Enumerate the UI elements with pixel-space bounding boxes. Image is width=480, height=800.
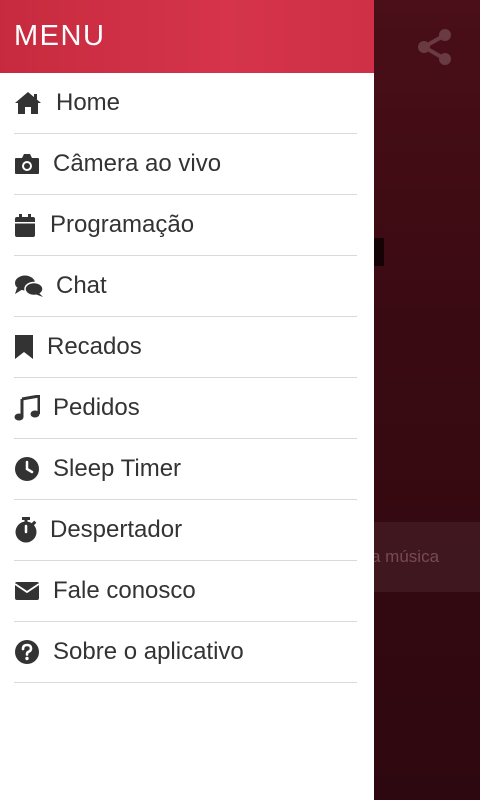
camera-icon — [14, 150, 53, 178]
drawer-header: MENU — [0, 0, 374, 73]
share-button[interactable] — [414, 26, 456, 68]
menu-item-label: Fale conosco — [53, 577, 196, 604]
menu-item-label: Pedidos — [53, 394, 140, 421]
home-icon — [14, 89, 56, 117]
menu-item-chat[interactable]: Chat — [14, 256, 357, 317]
question-circle-icon — [14, 638, 53, 666]
navigation-drawer: MENU Home Câmera ao vivo Programação Cha… — [0, 0, 374, 800]
menu-item-sleep-timer[interactable]: Sleep Timer — [14, 439, 357, 500]
calendar-icon — [14, 211, 50, 239]
background-player-strip: a música — [371, 522, 480, 592]
background-strip-text: a música — [371, 547, 440, 566]
background-block — [374, 238, 384, 266]
menu-item-contact[interactable]: Fale conosco — [14, 561, 357, 622]
menu-item-camera[interactable]: Câmera ao vivo — [14, 134, 357, 195]
music-note-icon — [14, 394, 53, 422]
share-icon — [418, 29, 451, 65]
menu-item-label: Programação — [50, 211, 195, 238]
clock-icon — [14, 455, 53, 483]
envelope-icon — [14, 577, 53, 605]
stopwatch-icon — [14, 516, 50, 544]
menu-item-requests[interactable]: Pedidos — [14, 378, 357, 439]
menu-item-alarm[interactable]: Despertador — [14, 500, 357, 561]
chat-icon — [14, 272, 56, 300]
menu-item-messages[interactable]: Recados — [14, 317, 357, 378]
menu-item-label: Despertador — [50, 516, 183, 543]
drawer-title: MENU — [14, 20, 106, 52]
menu-item-label: Chat — [56, 272, 107, 299]
menu-item-label: Home — [56, 89, 121, 116]
menu-list: Home Câmera ao vivo Programação Chat Rec… — [0, 73, 374, 683]
menu-item-home[interactable]: Home — [14, 73, 357, 134]
menu-item-schedule[interactable]: Programação — [14, 195, 357, 256]
menu-item-label: Sleep Timer — [53, 455, 182, 482]
menu-item-about[interactable]: Sobre o aplicativo — [14, 622, 357, 683]
menu-item-label: Recados — [47, 333, 142, 360]
menu-item-label: Sobre o aplicativo — [53, 638, 244, 665]
bookmark-icon — [14, 333, 47, 361]
menu-item-label: Câmera ao vivo — [53, 150, 222, 177]
